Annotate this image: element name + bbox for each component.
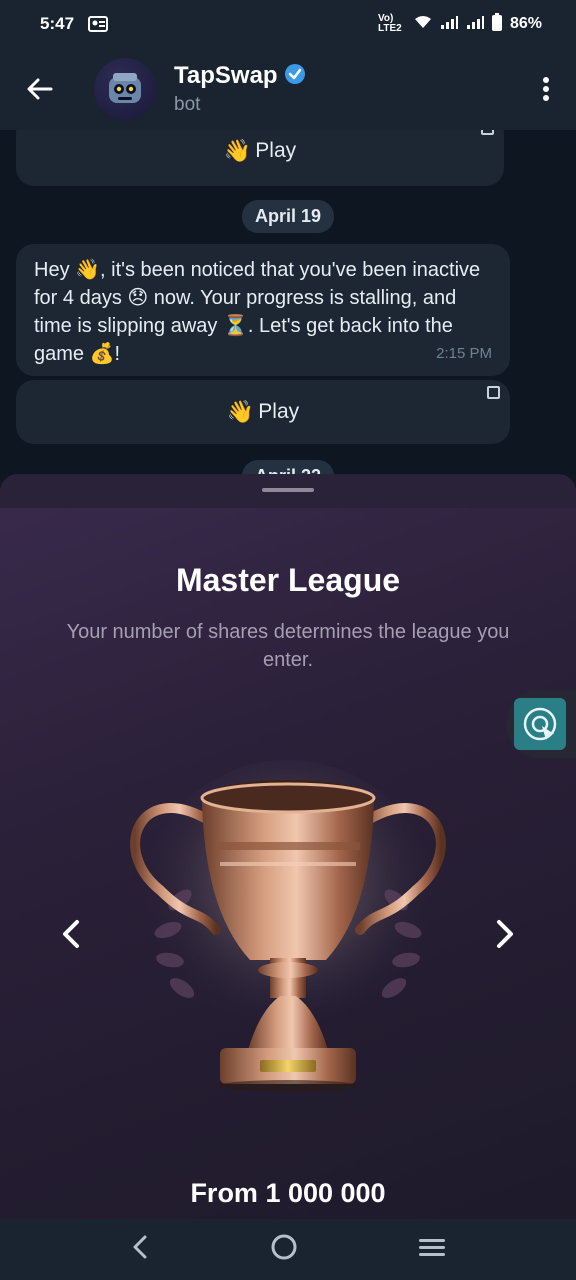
arrow-left-icon	[27, 78, 53, 100]
verified-badge-icon	[284, 63, 306, 90]
contact-card-icon	[88, 15, 109, 33]
chat-header: TapSwap bot	[0, 48, 576, 130]
league-threshold: From 1 000 000	[190, 1178, 386, 1208]
league-description: Your number of shares determines the lea…	[66, 621, 510, 671]
previous-league-button[interactable]	[56, 914, 86, 954]
nav-back-button[interactable]	[130, 1234, 150, 1265]
message-text: Hey 👋, it's been noticed that you've bee…	[34, 259, 481, 365]
target-icon	[514, 698, 566, 750]
battery-icon	[491, 13, 502, 35]
league-sheet: Master League Your number of shares dete…	[0, 474, 576, 1219]
lte-indicator: Vo) LTE2	[377, 13, 402, 34]
date-separator-1: April 19	[241, 200, 335, 233]
date-separator-2: April 22	[241, 460, 335, 475]
status-bar: 5:47 Vo) LTE2 86%	[0, 0, 576, 48]
chevron-right-icon	[497, 920, 513, 948]
home-circle-icon	[271, 1234, 297, 1260]
next-league-button[interactable]	[490, 914, 520, 954]
chat-subtitle: bot	[174, 94, 201, 115]
floating-action-button[interactable]	[506, 690, 576, 758]
play-button-2[interactable]: 👋 Play	[16, 380, 510, 444]
open-external-icon	[481, 130, 494, 135]
play-label: Play	[258, 400, 300, 423]
robot-icon	[109, 73, 141, 103]
nav-home-button[interactable]	[270, 1233, 298, 1266]
avatar[interactable]	[94, 58, 156, 120]
open-external-icon	[487, 386, 500, 399]
chat-title-wrap[interactable]: TapSwap bot	[174, 62, 306, 116]
more-vertical-icon	[543, 77, 549, 101]
play-label: Play	[255, 139, 297, 162]
sheet-drag-handle[interactable]	[262, 488, 314, 492]
chevron-left-icon	[133, 1235, 147, 1259]
menu-lines-icon	[419, 1239, 445, 1256]
back-button[interactable]	[0, 48, 80, 130]
chat-area[interactable]: 👋 Play April 19 Hey 👋, it's been noticed…	[0, 130, 576, 475]
message-bubble[interactable]: Hey 👋, it's been noticed that you've bee…	[16, 244, 510, 376]
system-nav-bar	[0, 1219, 576, 1280]
play-button-1[interactable]: 👋 Play	[16, 130, 504, 186]
message-time: 2:15 PM	[436, 345, 492, 362]
signal-icon-2	[466, 15, 484, 33]
status-time: 5:47	[40, 14, 75, 33]
battery-percent: 86%	[509, 15, 542, 32]
wifi-icon	[414, 15, 432, 33]
chat-title: TapSwap	[174, 62, 278, 89]
trophy-image	[120, 760, 456, 1110]
signal-icon	[440, 15, 458, 33]
more-menu-button[interactable]	[516, 48, 576, 130]
league-title: Master League	[175, 562, 401, 598]
waving-hand-icon: 👋	[223, 138, 252, 163]
status-right: Vo) LTE2 86%	[378, 13, 542, 35]
chevron-left-icon	[63, 920, 79, 948]
waving-hand-icon: 👋	[226, 399, 255, 424]
nav-recents-button[interactable]	[418, 1236, 446, 1263]
